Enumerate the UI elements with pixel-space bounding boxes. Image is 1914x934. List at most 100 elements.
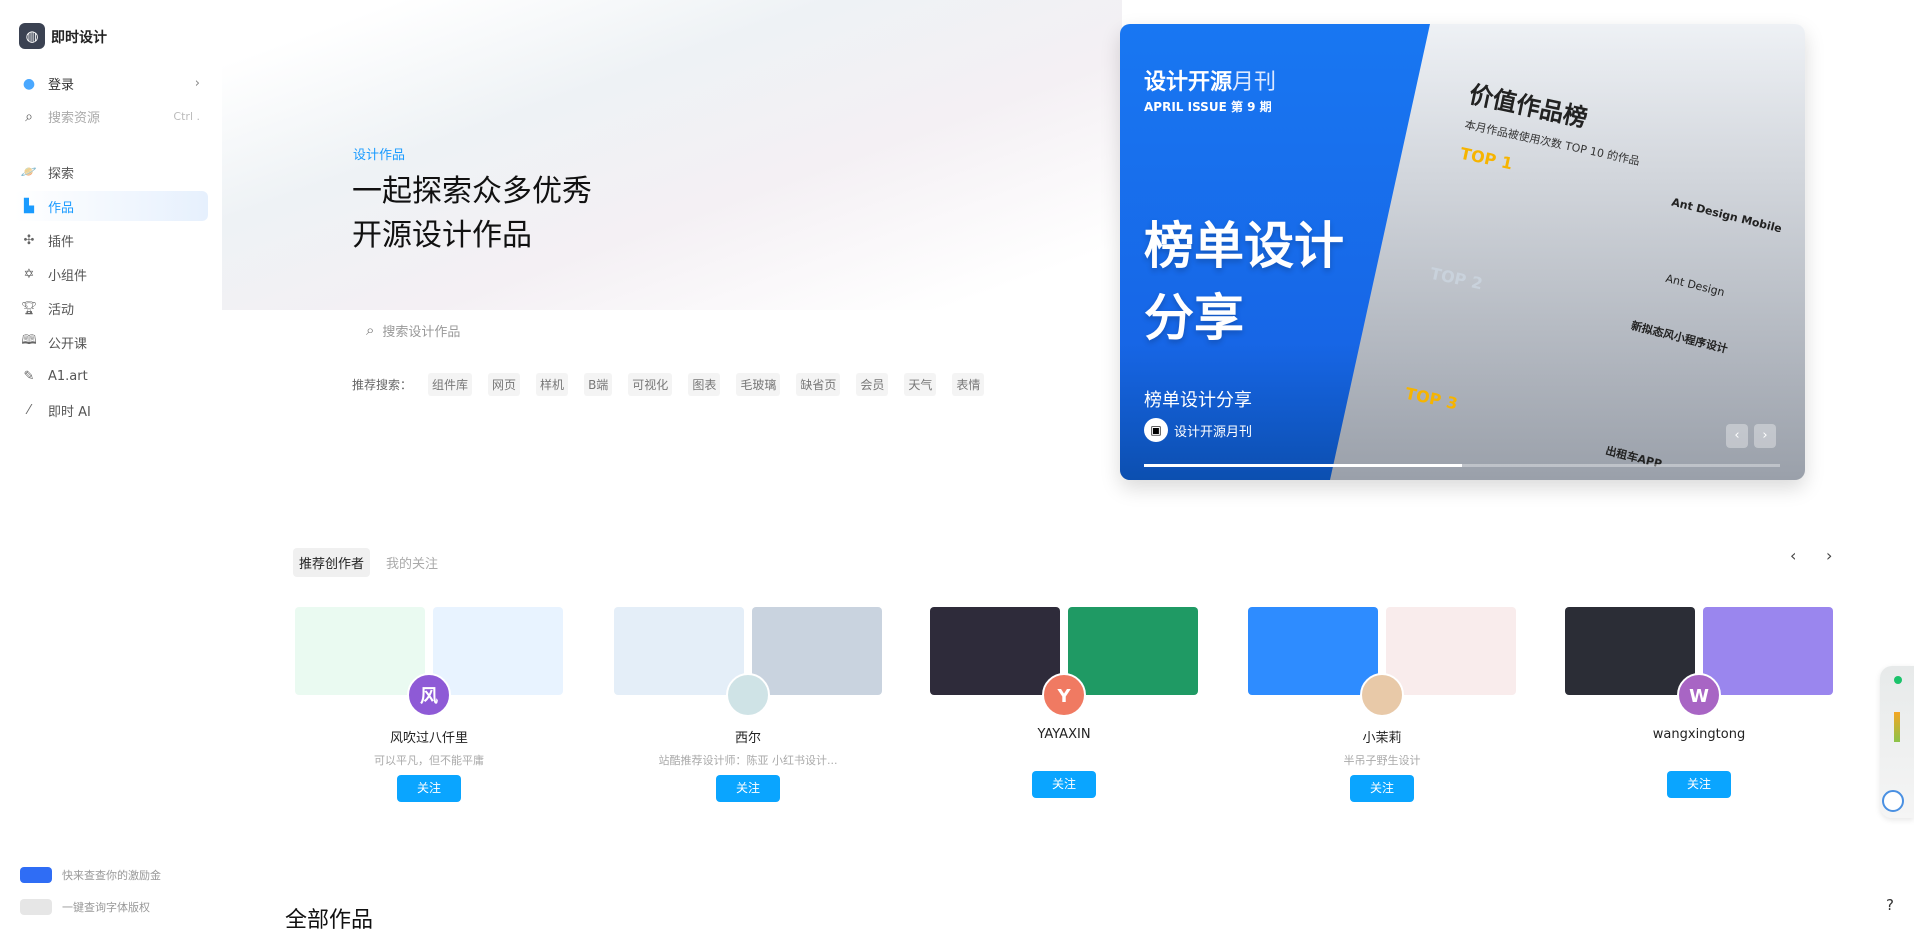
banner-next-button[interactable]: › (1754, 424, 1776, 448)
widget-icon: ✡ (23, 266, 35, 282)
work-thumbnail[interactable] (1386, 607, 1516, 695)
creator-description (930, 748, 1198, 762)
tab-my-following[interactable]: 我的关注 (380, 548, 444, 577)
nav-label: A1.art (48, 368, 88, 384)
creator-name[interactable]: 小茉莉 (1248, 727, 1516, 746)
promo-label: 一键查询字体版权 (62, 901, 150, 914)
work-thumbnail[interactable] (1565, 607, 1695, 695)
search-icon: ⌕ (25, 108, 33, 125)
creator-description: 站酷推荐设计师：陈亚 小红书设计... (658, 754, 838, 766)
avatar[interactable]: Y (1042, 673, 1086, 717)
headline-line: 分享 (1144, 289, 1244, 347)
creator-name[interactable]: 风吹过八仟里 (295, 727, 563, 746)
search-tag[interactable]: 网页 (488, 373, 521, 396)
follow-button[interactable]: 关注 (1667, 771, 1731, 798)
work-thumbnail[interactable] (295, 607, 425, 695)
nav-label: 活动 (48, 302, 75, 318)
planet-icon: 🪐 (20, 164, 38, 180)
creator-card[interactable]: 风 风吹过八仟里 可以平凡，但不能平庸 关注 (295, 607, 563, 802)
works-search-input[interactable]: ⌕ 搜索设计作品 (352, 310, 972, 350)
chevron-right-icon: › (194, 76, 200, 91)
sidebar-item-widgets[interactable]: ✡ 小组件 (14, 259, 208, 289)
search-tag[interactable]: 样机 (536, 373, 569, 396)
follow-button[interactable]: 关注 (397, 775, 461, 802)
hero-title: 一起探索众多优秀 开源设计作品 (352, 170, 592, 258)
work-thumbnail[interactable] (433, 607, 563, 695)
tab-recommended-creators[interactable]: 推荐创作者 (293, 548, 371, 577)
avatar[interactable] (1360, 673, 1404, 717)
creator-card[interactable]: W wangxingtong 关注 (1565, 607, 1833, 798)
widget-logo-icon (1882, 790, 1904, 812)
rank-item: Ant Design Mobile (1670, 195, 1784, 236)
recommend-label: 推荐搜索： (352, 378, 413, 392)
sidebar-item-ai[interactable]: ⁄ 即时 AI (14, 395, 208, 425)
headline-line: 榜单设计 (1144, 217, 1344, 275)
login-button[interactable]: ● 登录 › (20, 74, 200, 94)
source-label: 设计开源月刊 (1174, 424, 1253, 440)
search-tag[interactable]: 图表 (688, 373, 721, 396)
search-tag[interactable]: 毛玻璃 (736, 373, 781, 396)
flame-logo-icon[interactable]: ◍ (19, 23, 45, 49)
search-tag[interactable]: 天气 (904, 373, 937, 396)
search-tag[interactable]: 组件库 (428, 373, 473, 396)
work-thumbnail[interactable] (1248, 607, 1378, 695)
promo-thumbnail (20, 899, 52, 915)
carousel-next-icon[interactable]: › (1826, 546, 1832, 565)
creator-name[interactable]: wangxingtong (1565, 727, 1833, 742)
creator-card[interactable]: 西尔 站酷推荐设计师：陈亚 小红书设计... 关注 (614, 607, 882, 802)
promo-thumbnail (20, 867, 52, 883)
source-avatar-icon: ▣ (1144, 418, 1168, 442)
banner-prev-button[interactable]: ‹ (1726, 424, 1748, 448)
work-thumbnail[interactable] (752, 607, 882, 695)
top3-label: TOP 3 (1403, 383, 1460, 414)
work-thumbnail[interactable] (614, 607, 744, 695)
follow-button[interactable]: 关注 (716, 775, 780, 802)
creator-name[interactable]: YAYAXIN (930, 727, 1198, 742)
avatar[interactable]: W (1677, 673, 1721, 717)
search-tag[interactable]: 会员 (856, 373, 889, 396)
creator-name[interactable]: 西尔 (614, 727, 882, 746)
follow-button[interactable]: 关注 (1350, 775, 1414, 802)
search-resources[interactable]: ⌕ 搜索资源 Ctrl . (20, 107, 200, 127)
work-thumbnail[interactable] (1703, 607, 1833, 695)
creator-description: 可以平凡，但不能平庸 (374, 754, 484, 766)
puzzle-icon: ✣ (23, 232, 35, 248)
sidebar-item-works[interactable]: ▙ 作品 (14, 191, 208, 221)
shortcut-hint: Ctrl . (173, 110, 200, 123)
banner-subtitle: 榜单设计分享 (1144, 390, 1252, 411)
promo-font-copyright[interactable]: 一键查询字体版权 (20, 899, 150, 915)
creator-card[interactable]: 小茉莉 半吊子野生设计 关注 (1248, 607, 1516, 802)
sidebar-item-events[interactable]: 🏆︎ 活动 (14, 293, 208, 323)
search-icon: ⌕ (366, 321, 375, 339)
work-thumbnail[interactable] (930, 607, 1060, 695)
promo-incentive[interactable]: 快来查查你的激励金 (20, 867, 161, 883)
nav-label: 作品 (48, 200, 75, 216)
sidebar-item-a1art[interactable]: ✎ A1.art (14, 361, 208, 391)
top2-label: TOP 2 (1428, 263, 1485, 294)
search-tag[interactable]: 可视化 (628, 373, 673, 396)
hero-title-line: 一起探索众多优秀 (352, 174, 592, 209)
avatar[interactable]: 风 (407, 673, 451, 717)
avatar[interactable] (726, 673, 770, 717)
search-tag[interactable]: 缺省页 (796, 373, 841, 396)
featured-banner[interactable]: 价值作品榜 本月作品被使用次数 TOP 10 的作品 TOP 1 TOP 2 T… (1120, 24, 1805, 480)
sidebar-item-explore[interactable]: 🪐 探索 (14, 157, 208, 187)
work-thumbnail[interactable] (1068, 607, 1198, 695)
sidebar-item-plugins[interactable]: ✣ 插件 (14, 225, 208, 255)
creator-tabs: 推荐创作者 我的关注 (293, 548, 454, 577)
search-tag[interactable]: B端 (584, 373, 613, 396)
top1-label: TOP 1 (1458, 143, 1515, 174)
search-tag[interactable]: 表情 (952, 373, 985, 396)
carousel-prev-icon[interactable]: ‹ (1790, 546, 1796, 565)
meter-bar (1894, 712, 1900, 742)
floating-monitor-widget[interactable] (1880, 666, 1914, 818)
promo-label: 快来查查你的激励金 (62, 869, 161, 882)
sidebar-item-courses[interactable]: 🕮 公开课 (14, 327, 208, 357)
creator-card[interactable]: Y YAYAXIN 关注 (930, 607, 1198, 798)
help-button[interactable]: ? (1886, 896, 1894, 914)
magic-wand-icon: ⁄ (27, 402, 31, 418)
login-label: 登录 (48, 78, 75, 93)
trophy-icon: 🏆︎ (20, 300, 38, 316)
follow-button[interactable]: 关注 (1032, 771, 1096, 798)
brand-name: 即时设计 (51, 30, 107, 46)
